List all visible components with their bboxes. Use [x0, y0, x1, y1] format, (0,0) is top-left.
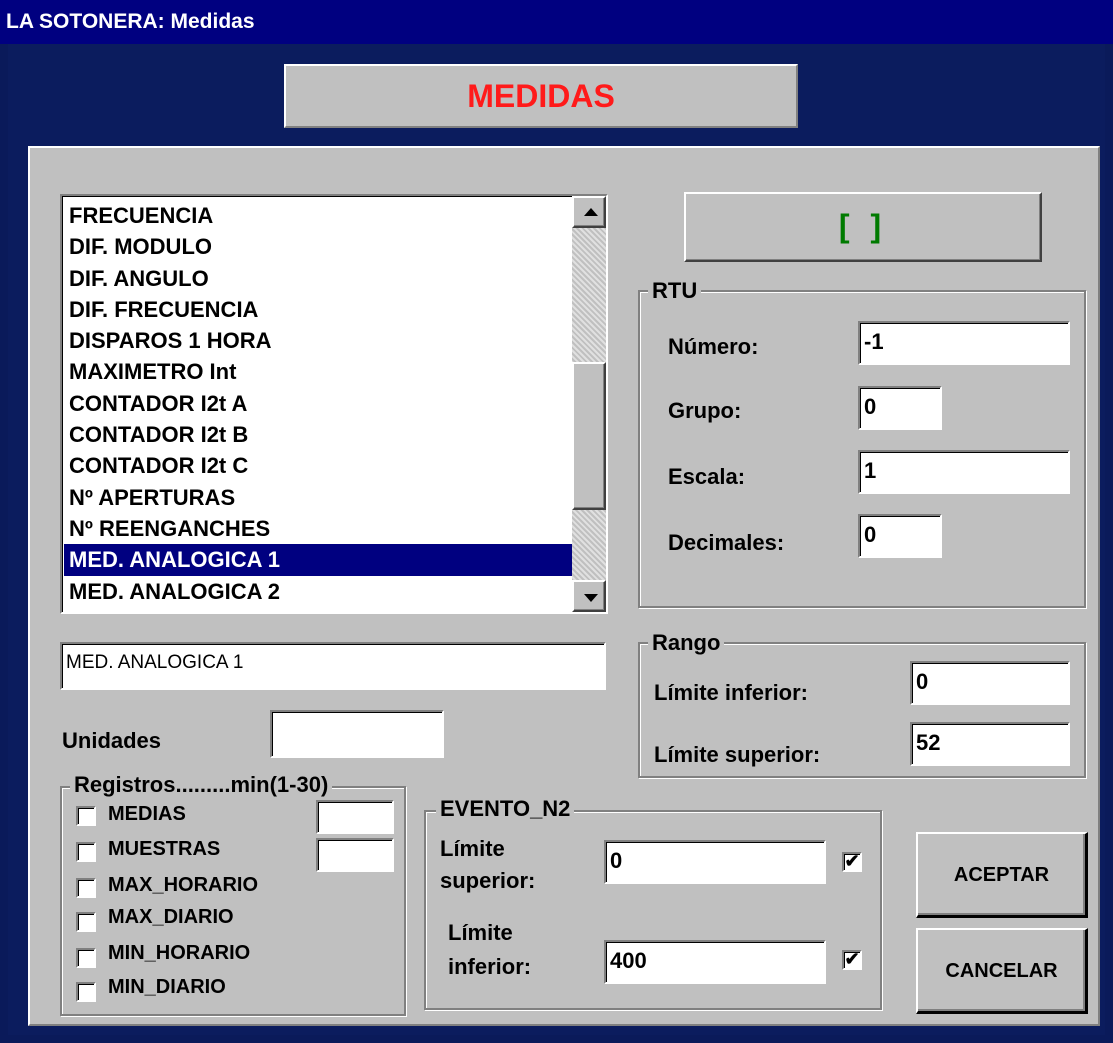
evento-inferior-input[interactable]: 400 — [604, 940, 826, 984]
list-item[interactable]: CONTADOR I2t C — [64, 450, 572, 481]
window-title: LA SOTONERA: Medidas — [0, 0, 1113, 44]
max-diario-label: MAX_DIARIO — [108, 906, 234, 928]
unidades-input[interactable] — [270, 710, 444, 758]
measure-name-value: MED. ANALOGICA 1 — [66, 652, 244, 673]
evento-superior-checkbox[interactable]: ✔ — [842, 852, 862, 872]
evento-superior-label-2: superior: — [440, 868, 536, 893]
muestras-label: MUESTRAS — [108, 838, 221, 860]
list-item[interactable]: DIF. MODULO — [64, 231, 572, 262]
arrow-up-icon — [584, 208, 598, 216]
measures-listbox[interactable]: FRECUENCIA DIF. MODULO DIF. ANGULO DIF. FRE… — [60, 194, 608, 614]
list-item[interactable]: Nº APERTURAS — [64, 482, 572, 513]
limite-superior-input[interactable]: 52 — [910, 722, 1070, 766]
min-horario-checkbox[interactable] — [76, 948, 96, 968]
numero-input[interactable]: -1 — [858, 321, 1070, 365]
list-item[interactable]: DISPAROS 1 HORA — [64, 325, 572, 356]
limite-inferior-input[interactable]: 0 — [910, 661, 1070, 705]
medias-checkbox[interactable] — [76, 806, 96, 826]
check-icon: ✔ — [844, 851, 860, 871]
list-item[interactable]: DIF. ANGULO — [64, 263, 572, 294]
listbox-scrollbar[interactable] — [572, 196, 606, 612]
aceptar-button[interactable]: ACEPTAR — [916, 832, 1088, 918]
numero-label: Número: — [668, 334, 759, 359]
max-diario-checkbox[interactable] — [76, 912, 96, 932]
measure-name-field[interactable]: MED. ANALOGICA 1 — [60, 642, 606, 690]
evento-legend: EVENTO_N2 — [436, 796, 575, 822]
list-item[interactable]: MAXIMETRO Int — [64, 356, 572, 387]
list-item[interactable]: FRECUENCIA — [64, 200, 572, 231]
evento-superior-label-1: Límite — [440, 836, 505, 861]
grupo-label: Grupo: — [668, 398, 742, 423]
evento-inferior-checkbox[interactable]: ✔ — [842, 950, 862, 970]
min-diario-label: MIN_DIARIO — [108, 976, 226, 998]
escala-input[interactable]: 1 — [858, 450, 1070, 494]
max-horario-label: MAX_HORARIO — [108, 874, 259, 896]
min-diario-checkbox[interactable] — [76, 982, 96, 1002]
unidades-label: Unidades — [62, 728, 162, 753]
status-display: [ ] — [684, 192, 1042, 262]
evento-superior-input[interactable]: 0 — [604, 840, 826, 884]
check-icon: ✔ — [844, 949, 860, 969]
list-item[interactable]: MED. ANALOGICA 1 — [64, 544, 572, 576]
cancelar-button[interactable]: CANCELAR — [916, 928, 1088, 1014]
scroll-thumb[interactable] — [572, 362, 606, 510]
min-horario-label: MIN_HORARIO — [108, 942, 251, 964]
arrow-down-icon — [584, 594, 598, 602]
muestras-minutes-input[interactable] — [316, 838, 394, 872]
rango-legend: Rango — [648, 630, 725, 656]
medias-label: MEDIAS — [108, 803, 186, 825]
registros-legend: Registros.........min(1-30) — [70, 772, 333, 798]
scroll-down-button[interactable] — [572, 580, 606, 612]
rtu-legend: RTU — [648, 278, 702, 304]
list-item[interactable]: CONTADOR I2t B — [64, 419, 572, 450]
evento-inferior-label-2: inferior: — [448, 954, 532, 979]
decimales-input[interactable]: 0 — [858, 514, 942, 558]
list-item[interactable]: MED. ANALOGICA 2 — [64, 576, 572, 607]
list-item[interactable]: Nº REENGANCHES — [64, 513, 572, 544]
page-title: MEDIDAS — [284, 64, 798, 128]
scroll-up-button[interactable] — [572, 196, 606, 228]
limite-superior-label: Límite superior: — [654, 742, 821, 767]
max-horario-checkbox[interactable] — [76, 878, 96, 898]
decimales-label: Decimales: — [668, 530, 785, 555]
grupo-input[interactable]: 0 — [858, 386, 942, 430]
escala-label: Escala: — [668, 464, 746, 489]
medias-minutes-input[interactable] — [316, 800, 394, 834]
limite-inferior-label: Límite inferior: — [654, 680, 809, 705]
measures-list: FRECUENCIA DIF. MODULO DIF. ANGULO DIF. FRE… — [64, 200, 572, 607]
evento-inferior-label-1: Límite — [448, 920, 513, 945]
muestras-checkbox[interactable] — [76, 842, 96, 862]
list-item[interactable]: CONTADOR I2t A — [64, 388, 572, 419]
status-display-text: [ ] — [838, 208, 888, 244]
list-item[interactable]: DIF. FRECUENCIA — [64, 294, 572, 325]
